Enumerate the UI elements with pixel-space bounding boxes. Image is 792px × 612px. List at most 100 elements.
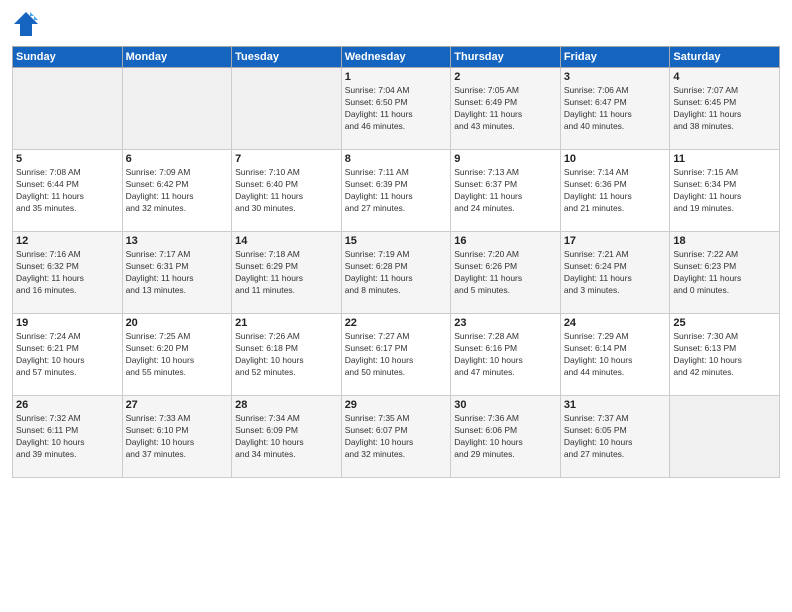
day-info: Sunrise: 7:36 AM Sunset: 6:06 PM Dayligh… xyxy=(454,413,557,461)
day-info: Sunrise: 7:33 AM Sunset: 6:10 PM Dayligh… xyxy=(126,413,229,461)
calendar-day-cell: 30Sunrise: 7:36 AM Sunset: 6:06 PM Dayli… xyxy=(451,396,561,478)
calendar-day-cell: 22 Sunrise: 7:27 AM Sunset: 6:17 PM Dayli… xyxy=(341,314,451,396)
calendar-day-cell: 20 Sunrise: 7:25 AM Sunset: 6:20 PM Dayli… xyxy=(122,314,232,396)
day-number: 8 xyxy=(345,153,448,165)
calendar-day-cell: 14 Sunrise: 7:18 AM Sunset: 6:29 PM Dayli… xyxy=(232,232,342,314)
calendar-day-cell: 9Sunrise: 7:13 AM Sunset: 6:37 PM Daylig… xyxy=(451,150,561,232)
calendar-day-cell xyxy=(232,68,342,150)
day-info: Sunrise: 7:26 AM Sunset: 6:18 PM Dayligh… xyxy=(235,331,338,379)
day-number: 25 xyxy=(673,317,776,329)
day-number: 21 xyxy=(235,317,338,329)
calendar-day-cell xyxy=(670,396,780,478)
page: SundayMondayTuesdayWednesdayThursdayFrid… xyxy=(0,0,792,612)
calendar-day-cell xyxy=(122,68,232,150)
day-info: Sunrise: 7:14 AM Sunset: 6:36 PM Dayligh… xyxy=(564,167,667,215)
calendar-day-cell: 4 Sunrise: 7:07 AM Sunset: 6:45 PM Daylig… xyxy=(670,68,780,150)
calendar-week-row: 1 Sunrise: 7:04 AM Sunset: 6:50 PM Daylig… xyxy=(13,68,780,150)
calendar-day-cell: 6 Sunrise: 7:09 AM Sunset: 6:42 PM Daylig… xyxy=(122,150,232,232)
day-of-week-header: Thursday xyxy=(451,47,561,68)
calendar-day-cell: 11Sunrise: 7:15 AM Sunset: 6:34 PM Dayli… xyxy=(670,150,780,232)
day-info: Sunrise: 7:06 AM Sunset: 6:47 PM Dayligh… xyxy=(564,85,667,133)
day-info: Sunrise: 7:21 AM Sunset: 6:24 PM Dayligh… xyxy=(564,249,667,297)
day-info: Sunrise: 7:04 AM Sunset: 6:50 PM Dayligh… xyxy=(345,85,448,133)
day-number: 22 xyxy=(345,317,448,329)
day-info: Sunrise: 7:24 AM Sunset: 6:21 PM Dayligh… xyxy=(16,331,119,379)
calendar-day-cell: 28 Sunrise: 7:34 AM Sunset: 6:09 PM Dayli… xyxy=(232,396,342,478)
calendar-day-cell: 16Sunrise: 7:20 AM Sunset: 6:26 PM Dayli… xyxy=(451,232,561,314)
calendar-day-cell: 10Sunrise: 7:14 AM Sunset: 6:36 PM Dayli… xyxy=(560,150,670,232)
day-number: 3 xyxy=(564,71,667,83)
day-info: Sunrise: 7:08 AM Sunset: 6:44 PM Dayligh… xyxy=(16,167,119,215)
day-info: Sunrise: 7:37 AM Sunset: 6:05 PM Dayligh… xyxy=(564,413,667,461)
calendar-day-cell: 25 Sunrise: 7:30 AM Sunset: 6:13 PM Dayli… xyxy=(670,314,780,396)
calendar-day-cell: 18 Sunrise: 7:22 AM Sunset: 6:23 PM Dayli… xyxy=(670,232,780,314)
calendar-day-cell: 26Sunrise: 7:32 AM Sunset: 6:11 PM Dayli… xyxy=(13,396,123,478)
calendar-day-cell: 23 Sunrise: 7:28 AM Sunset: 6:16 PM Dayli… xyxy=(451,314,561,396)
calendar-day-cell: 13 Sunrise: 7:17 AM Sunset: 6:31 PM Dayli… xyxy=(122,232,232,314)
calendar-week-row: 26Sunrise: 7:32 AM Sunset: 6:11 PM Dayli… xyxy=(13,396,780,478)
day-number: 6 xyxy=(126,153,229,165)
day-info: Sunrise: 7:09 AM Sunset: 6:42 PM Dayligh… xyxy=(126,167,229,215)
calendar-day-cell: 29 Sunrise: 7:35 AM Sunset: 6:07 PM Dayli… xyxy=(341,396,451,478)
calendar-table: SundayMondayTuesdayWednesdayThursdayFrid… xyxy=(12,46,780,478)
day-info: Sunrise: 7:10 AM Sunset: 6:40 PM Dayligh… xyxy=(235,167,338,215)
logo-icon xyxy=(12,10,40,38)
day-info: Sunrise: 7:16 AM Sunset: 6:32 PM Dayligh… xyxy=(16,249,119,297)
day-number: 2 xyxy=(454,71,557,83)
day-info: Sunrise: 7:30 AM Sunset: 6:13 PM Dayligh… xyxy=(673,331,776,379)
day-info: Sunrise: 7:18 AM Sunset: 6:29 PM Dayligh… xyxy=(235,249,338,297)
calendar-day-cell: 17 Sunrise: 7:21 AM Sunset: 6:24 PM Dayli… xyxy=(560,232,670,314)
day-info: Sunrise: 7:05 AM Sunset: 6:49 PM Dayligh… xyxy=(454,85,557,133)
day-number: 23 xyxy=(454,317,557,329)
day-of-week-header: Wednesday xyxy=(341,47,451,68)
logo xyxy=(12,10,43,38)
day-info: Sunrise: 7:22 AM Sunset: 6:23 PM Dayligh… xyxy=(673,249,776,297)
day-number: 20 xyxy=(126,317,229,329)
header xyxy=(12,10,780,38)
day-info: Sunrise: 7:34 AM Sunset: 6:09 PM Dayligh… xyxy=(235,413,338,461)
day-of-week-header: Friday xyxy=(560,47,670,68)
day-number: 31 xyxy=(564,399,667,411)
day-number: 13 xyxy=(126,235,229,247)
calendar-week-row: 12 Sunrise: 7:16 AM Sunset: 6:32 PM Dayli… xyxy=(13,232,780,314)
day-of-week-header: Monday xyxy=(122,47,232,68)
day-info: Sunrise: 7:13 AM Sunset: 6:37 PM Dayligh… xyxy=(454,167,557,215)
day-number: 17 xyxy=(564,235,667,247)
day-number: 19 xyxy=(16,317,119,329)
calendar-day-cell: 15 Sunrise: 7:19 AM Sunset: 6:28 PM Dayli… xyxy=(341,232,451,314)
day-info: Sunrise: 7:15 AM Sunset: 6:34 PM Dayligh… xyxy=(673,167,776,215)
day-of-week-header: Saturday xyxy=(670,47,780,68)
day-info: Sunrise: 7:25 AM Sunset: 6:20 PM Dayligh… xyxy=(126,331,229,379)
calendar-week-row: 19 Sunrise: 7:24 AM Sunset: 6:21 PM Dayli… xyxy=(13,314,780,396)
day-number: 16 xyxy=(454,235,557,247)
calendar-header-row: SundayMondayTuesdayWednesdayThursdayFrid… xyxy=(13,47,780,68)
day-number: 7 xyxy=(235,153,338,165)
day-of-week-header: Sunday xyxy=(13,47,123,68)
day-info: Sunrise: 7:07 AM Sunset: 6:45 PM Dayligh… xyxy=(673,85,776,133)
day-number: 5 xyxy=(16,153,119,165)
day-number: 1 xyxy=(345,71,448,83)
day-of-week-header: Tuesday xyxy=(232,47,342,68)
day-number: 29 xyxy=(345,399,448,411)
calendar-day-cell: 24Sunrise: 7:29 AM Sunset: 6:14 PM Dayli… xyxy=(560,314,670,396)
calendar-day-cell: 7 Sunrise: 7:10 AM Sunset: 6:40 PM Daylig… xyxy=(232,150,342,232)
calendar-day-cell: 12 Sunrise: 7:16 AM Sunset: 6:32 PM Dayli… xyxy=(13,232,123,314)
day-info: Sunrise: 7:17 AM Sunset: 6:31 PM Dayligh… xyxy=(126,249,229,297)
calendar-day-cell: 1 Sunrise: 7:04 AM Sunset: 6:50 PM Daylig… xyxy=(341,68,451,150)
day-number: 28 xyxy=(235,399,338,411)
day-number: 14 xyxy=(235,235,338,247)
calendar-day-cell: 21 Sunrise: 7:26 AM Sunset: 6:18 PM Dayli… xyxy=(232,314,342,396)
calendar-week-row: 5 Sunrise: 7:08 AM Sunset: 6:44 PM Daylig… xyxy=(13,150,780,232)
calendar-day-cell: 2 Sunrise: 7:05 AM Sunset: 6:49 PM Daylig… xyxy=(451,68,561,150)
day-info: Sunrise: 7:27 AM Sunset: 6:17 PM Dayligh… xyxy=(345,331,448,379)
day-info: Sunrise: 7:28 AM Sunset: 6:16 PM Dayligh… xyxy=(454,331,557,379)
day-number: 12 xyxy=(16,235,119,247)
day-number: 4 xyxy=(673,71,776,83)
calendar-day-cell xyxy=(13,68,123,150)
calendar-day-cell: 19 Sunrise: 7:24 AM Sunset: 6:21 PM Dayli… xyxy=(13,314,123,396)
calendar-day-cell: 8Sunrise: 7:11 AM Sunset: 6:39 PM Daylig… xyxy=(341,150,451,232)
day-info: Sunrise: 7:19 AM Sunset: 6:28 PM Dayligh… xyxy=(345,249,448,297)
day-info: Sunrise: 7:35 AM Sunset: 6:07 PM Dayligh… xyxy=(345,413,448,461)
day-number: 15 xyxy=(345,235,448,247)
day-number: 18 xyxy=(673,235,776,247)
